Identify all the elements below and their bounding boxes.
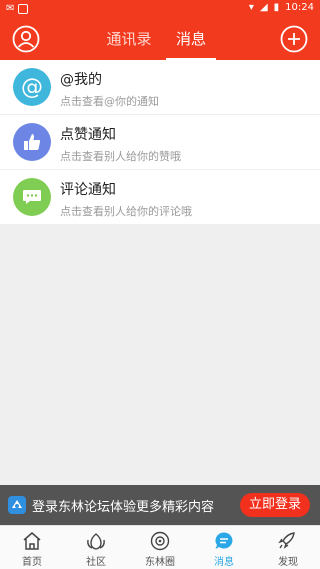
list-item-mentions[interactable]: @ @我的 点击查看@你的通知 <box>0 60 320 115</box>
battery-icon: ▮ <box>273 2 280 13</box>
signal-icon: ◢ <box>259 2 268 13</box>
tab-contacts[interactable]: 通讯录 <box>98 18 160 60</box>
message-list: @ @我的 点击查看@你的通知 点赞通知 点击查看别人给你的赞哦 评论通知 点击… <box>0 60 320 225</box>
message-icon <box>215 532 233 549</box>
tab-messages[interactable]: 消息 <box>160 18 222 60</box>
circle-icon <box>150 531 170 551</box>
tab-label: 东林圈 <box>145 557 175 568</box>
item-title: 评论通知 <box>60 182 116 198</box>
status-bar: ✉ ▾ ◢ ▮ 10:24 <box>0 0 320 18</box>
community-icon <box>87 533 105 550</box>
tab-label: 社区 <box>86 557 106 568</box>
item-subtitle: 点击查看别人给你的评论哦 <box>60 205 192 218</box>
tab-community[interactable]: 社区 <box>64 526 128 569</box>
item-title: @我的 <box>60 72 102 88</box>
tab-messages-bottom[interactable]: 消息 <box>192 526 256 569</box>
plus-icon <box>280 25 308 53</box>
notification-icon: ✉ <box>6 3 15 14</box>
app-notification-icon <box>18 3 29 14</box>
banner-text: 登录东林论坛体验更多精彩内容 <box>32 500 215 515</box>
add-button[interactable] <box>280 25 308 53</box>
tab-circle[interactable]: 东林圈 <box>128 526 192 569</box>
login-button[interactable]: 立即登录 <box>240 493 310 517</box>
item-subtitle: 点击查看@你的通知 <box>60 95 159 108</box>
rocket-icon <box>278 532 295 549</box>
tab-discover[interactable]: 发现 <box>256 526 320 569</box>
list-item-comments[interactable]: 评论通知 点击查看别人给你的评论哦 <box>0 170 320 225</box>
tab-home[interactable]: 首页 <box>0 526 64 569</box>
tab-label: 消息 <box>214 557 234 568</box>
status-time: 10:24 <box>285 2 314 13</box>
top-nav-bar: 通讯录 消息 <box>0 18 320 60</box>
tab-label: 发现 <box>278 557 298 568</box>
bottom-tab-bar: 首页 社区 东林圈 消息 发现 <box>0 525 320 569</box>
list-item-likes[interactable]: 点赞通知 点击查看别人给你的赞哦 <box>0 115 320 170</box>
item-subtitle: 点击查看别人给你的赞哦 <box>60 150 181 163</box>
app-logo-icon <box>8 496 26 514</box>
comment-icon <box>13 178 51 216</box>
wifi-icon: ▾ <box>248 2 254 13</box>
home-icon <box>23 532 41 550</box>
thumbs-up-icon <box>13 123 51 161</box>
at-icon: @ <box>13 68 51 106</box>
item-title: 点赞通知 <box>60 127 116 143</box>
login-banner: 登录东林论坛体验更多精彩内容 立即登录 <box>0 485 320 525</box>
tab-label: 首页 <box>22 557 42 568</box>
header-tabs: 通讯录 消息 <box>0 18 320 60</box>
